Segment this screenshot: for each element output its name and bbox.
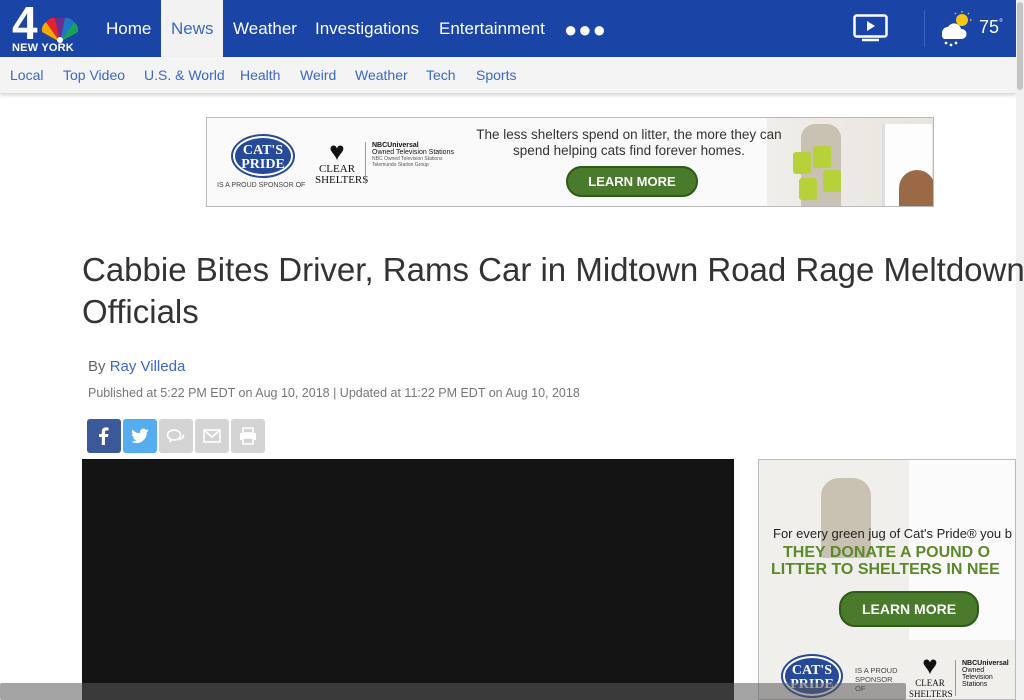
share-facebook-button[interactable]: [87, 419, 121, 453]
subnav-weather[interactable]: Weather: [355, 67, 408, 83]
partly-cloudy-rain-icon[interactable]: [936, 10, 974, 48]
subnav-local[interactable]: Local: [10, 67, 43, 83]
litter-jug-image: [813, 146, 831, 168]
heart-cat-icon: ♥: [922, 650, 938, 680]
subnav-top-video[interactable]: Top Video: [63, 67, 125, 83]
twitter-icon: [131, 428, 149, 444]
subnav-us-world[interactable]: U.S. & World: [144, 67, 225, 83]
subnav-tech[interactable]: Tech: [426, 67, 456, 83]
sub-nav: Local Top Video U.S. & World Health Weir…: [0, 57, 1016, 94]
top-nav: 4 NEW YORK Home News Weather Investigati…: [0, 0, 1024, 57]
ad-headline: THEY DONATE A POUND O LITTER TO SHELTERS…: [771, 544, 1000, 578]
subnav-health[interactable]: Health: [240, 67, 280, 83]
clear-the-shelters-logo: ♥ CLEAR SHELTERS: [315, 136, 369, 186]
comment-icon: [166, 429, 185, 443]
email-icon: [203, 429, 221, 443]
peacock-icon: [41, 18, 79, 43]
nav-divider: [924, 10, 925, 47]
share-comment-button[interactable]: [159, 419, 193, 453]
byline: By Ray Villeda: [88, 358, 186, 375]
author-link[interactable]: Ray Villeda: [110, 358, 186, 375]
share-email-button[interactable]: [195, 419, 229, 453]
nbcuniversal-stations-logo: NBCUniversal Owned Television Stations N…: [365, 142, 454, 184]
clear-the-shelters-logo: ♥ CLEAR SHELTERS: [909, 650, 953, 699]
share-twitter-button[interactable]: [123, 419, 157, 453]
ellipsis-icon[interactable]: ●●●: [564, 19, 607, 41]
facebook-icon: [99, 427, 109, 445]
video-player[interactable]: [82, 459, 734, 700]
nav-home[interactable]: Home: [98, 0, 160, 57]
article-headline: Cabbie Bites Driver, Rams Car in Midtown…: [82, 251, 1024, 330]
ad-sponsor-text: IS A PROUD SPONSOR OF: [217, 182, 306, 189]
publish-timestamp: Published at 5:22 PM EDT on Aug 10, 2018…: [88, 386, 580, 400]
subnav-weird[interactable]: Weird: [300, 67, 336, 83]
play-video-icon[interactable]: [853, 14, 889, 42]
heart-cat-icon: ♥: [329, 136, 345, 166]
nav-weather[interactable]: Weather: [233, 0, 297, 57]
subnav-sports[interactable]: Sports: [476, 67, 516, 83]
catspride-logo: CAT'S PRIDE: [233, 136, 293, 176]
cat-image: [899, 170, 933, 206]
nbcuniversal-stations-logo: NBCUniversal Owned Television Stations: [955, 660, 1015, 696]
temperature-reading[interactable]: 75°: [979, 17, 1003, 38]
horizontal-scrollbar[interactable]: [0, 683, 906, 700]
ad-tagline: The less shelters spend on litter, the m…: [476, 127, 782, 158]
nav-entertainment[interactable]: Entertainment: [439, 0, 545, 57]
share-print-button[interactable]: [231, 419, 265, 453]
top-banner-ad[interactable]: CAT'S PRIDE IS A PROUD SPONSOR OF ♥ CLEA…: [206, 117, 934, 207]
print-icon: [240, 427, 256, 445]
logo-city: NEW YORK: [12, 42, 74, 54]
vertical-scrollbar[interactable]: [1016, 0, 1024, 700]
nav-news[interactable]: News: [161, 0, 223, 57]
ad-learn-more-button[interactable]: LEARN MORE: [566, 166, 698, 197]
nbc4-logo[interactable]: 4 NEW YORK: [8, 0, 82, 54]
ad-message-line: For every green jug of Cat's Pride® you …: [773, 526, 1012, 541]
litter-jug-image: [799, 178, 817, 200]
nav-investigations[interactable]: Investigations: [315, 0, 419, 57]
ad-learn-more-button[interactable]: LEARN MORE: [839, 591, 979, 627]
litter-jug-image: [823, 170, 841, 192]
sidebar-ad[interactable]: For every green jug of Cat's Pride® you …: [758, 459, 1016, 700]
scrollbar-thumb[interactable]: [1017, 2, 1023, 90]
